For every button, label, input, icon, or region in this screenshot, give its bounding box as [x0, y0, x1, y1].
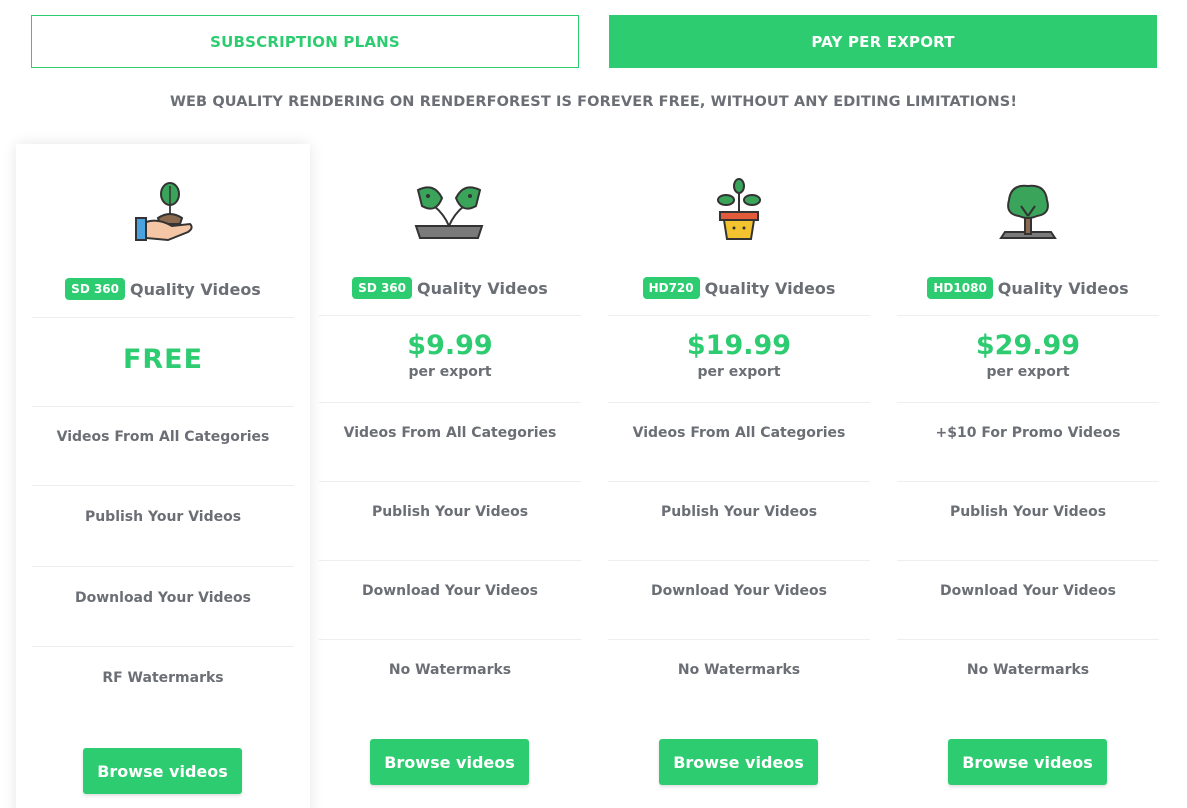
feature-item: Videos From All Categories: [56, 429, 270, 445]
quality-badge: HD720: [642, 277, 700, 299]
feature-item: RF Watermarks: [102, 670, 224, 686]
hand-seedling-icon: [128, 178, 198, 248]
divider: [608, 560, 870, 561]
price-unit: per export: [697, 364, 781, 380]
feature-item: Videos From All Categories: [632, 425, 846, 441]
feature-item: Download Your Videos: [362, 583, 538, 599]
tagline: WEB QUALITY RENDERING ON RENDERFOREST IS…: [169, 94, 1018, 110]
browse-videos-button[interactable]: Browse videos: [948, 739, 1107, 785]
feature-item: Publish Your Videos: [84, 509, 242, 525]
feature-item: Download Your Videos: [940, 583, 1116, 599]
feature-item: Publish Your Videos: [949, 504, 1107, 520]
divider: [897, 639, 1159, 640]
potted-plant-icon: [704, 176, 774, 246]
divider: [32, 406, 294, 407]
browse-videos-button[interactable]: Browse videos: [370, 739, 529, 785]
quality-badge: SD 360: [65, 278, 126, 300]
divider: [32, 566, 294, 567]
divider: [897, 560, 1159, 561]
feature-item: Download Your Videos: [75, 590, 251, 606]
divider: [319, 402, 581, 403]
plan-price: $29.99: [975, 330, 1081, 361]
divider: [32, 317, 294, 318]
divider: [32, 485, 294, 486]
quality-label: Quality Videos: [130, 279, 261, 299]
plan-price: $19.99: [686, 330, 792, 361]
divider: [319, 315, 581, 316]
feature-item: No Watermarks: [677, 662, 801, 678]
quality-row: SD 360 Quality Videos: [32, 276, 294, 302]
feature-item: +$10 For Promo Videos: [935, 425, 1121, 441]
quality-row: HD1080 Quality Videos: [897, 275, 1159, 301]
quality-badge: HD1080: [927, 277, 993, 299]
plan-price: FREE: [122, 344, 204, 375]
divider: [608, 402, 870, 403]
divider: [319, 639, 581, 640]
price-unit: per export: [408, 364, 492, 380]
quality-badge: SD 360: [352, 277, 413, 299]
quality-label: Quality Videos: [417, 278, 548, 298]
divider: [319, 481, 581, 482]
feature-item: Videos From All Categories: [343, 425, 557, 441]
quality-label: Quality Videos: [704, 278, 836, 298]
divider: [32, 646, 294, 647]
divider: [319, 560, 581, 561]
tab-pay-per-export[interactable]: PAY PER EXPORT: [609, 15, 1157, 68]
quality-row: HD720 Quality Videos: [608, 275, 870, 301]
divider: [608, 639, 870, 640]
divider: [897, 402, 1159, 403]
feature-item: Publish Your Videos: [660, 504, 818, 520]
quality-label: Quality Videos: [997, 278, 1129, 298]
divider: [608, 481, 870, 482]
feature-item: Download Your Videos: [651, 583, 827, 599]
browse-videos-button[interactable]: Browse videos: [659, 739, 818, 785]
price-unit: per export: [986, 364, 1070, 380]
feature-item: No Watermarks: [388, 662, 512, 678]
divider: [608, 315, 870, 316]
feature-item: No Watermarks: [966, 662, 1090, 678]
sprouting-leaves-icon: [414, 176, 484, 246]
quality-row: SD 360 Quality Videos: [319, 275, 581, 301]
divider: [897, 481, 1159, 482]
tree-icon: [993, 176, 1063, 246]
divider: [897, 315, 1159, 316]
feature-item: Publish Your Videos: [371, 504, 529, 520]
browse-videos-button[interactable]: Browse videos: [83, 748, 242, 794]
plan-price: $9.99: [407, 330, 493, 361]
tab-subscription-plans[interactable]: SUBSCRIPTION PLANS: [31, 15, 579, 68]
